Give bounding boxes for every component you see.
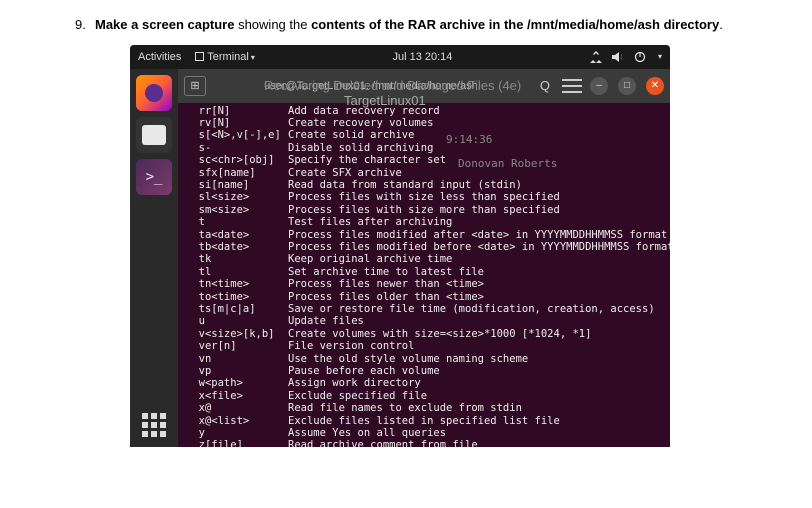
watermark-line1: Recovering Deleted and Damaged Files (4e…	[264, 78, 521, 93]
terminal-line: x<file>Exclude specified file	[186, 390, 662, 402]
terminal-line: z[file]Read archive comment from file	[186, 439, 662, 446]
terminal-line: ta<date>Process files modified after <da…	[186, 229, 662, 241]
terminal-window: ⊞ Recovering Deleted and Damaged Files (…	[178, 69, 670, 447]
terminal-line: v<size>[k,b]Create volumes with size=<si…	[186, 328, 662, 340]
terminal-line: sc<chr>[obj]Specify the character set	[186, 154, 662, 166]
new-tab-button[interactable]: ⊞	[184, 76, 206, 96]
terminal-line: x@Read file names to exclude from stdin	[186, 402, 662, 414]
terminal-line: ver[n]File version control	[186, 340, 662, 352]
terminal-line: s[<N>,v[-],e]Create solid archive	[186, 129, 662, 141]
terminal-line: tTest files after archiving	[186, 216, 662, 228]
terminal-dock-icon[interactable]: >_	[136, 159, 172, 195]
ubuntu-dock: >_	[130, 69, 178, 447]
instruction-text: 9. Make a screen capture showing the con…	[0, 0, 812, 45]
files-dock-icon[interactable]	[136, 117, 172, 153]
instruction-number: 9.	[75, 15, 86, 35]
ubuntu-desktop-screenshot: Activities Terminal▾ Jul 13 20:14 ▾ >_ ⊞	[130, 45, 670, 447]
terminal-line: w<path>Assign work directory	[186, 377, 662, 389]
terminal-line: si[name]Read data from standard input (s…	[186, 179, 662, 191]
show-apps-icon[interactable]	[142, 413, 166, 437]
minimize-button[interactable]: –	[590, 77, 608, 95]
network-icon	[590, 51, 602, 63]
terminal-line: ts[m|c|a]Save or restore file time (modi…	[186, 303, 662, 315]
terminal-line: tn<time>Process files newer than <time>	[186, 278, 662, 290]
hamburger-menu-icon[interactable]	[562, 79, 582, 93]
system-status-area[interactable]: ▾	[590, 51, 662, 63]
window-title: Recovering Deleted and Damaged Files (4e…	[214, 80, 528, 92]
app-menu[interactable]: Terminal▾	[195, 51, 254, 63]
terminal-line: to<time>Process files older than <time>	[186, 291, 662, 303]
terminal-line: vnUse the old style volume naming scheme	[186, 353, 662, 365]
terminal-line: sm<size>Process files with size more tha…	[186, 204, 662, 216]
watermark-time: 9:14:36	[446, 134, 492, 146]
volume-icon	[612, 51, 624, 63]
terminal-line: tlSet archive time to latest file	[186, 266, 662, 278]
terminal-line: yAssume Yes on all queries	[186, 427, 662, 439]
watermark-name: Donovan Roberts	[458, 158, 557, 170]
terminal-line: x@<list>Exclude files listed in specifie…	[186, 415, 662, 427]
terminal-line: tb<date>Process files modified before <d…	[186, 241, 662, 253]
terminal-output[interactable]: 9:14:36 Donovan Roberts rr[N]Add data re…	[178, 103, 670, 447]
firefox-dock-icon[interactable]	[136, 75, 172, 111]
close-button[interactable]: ✕	[646, 77, 664, 95]
terminal-line: sfx[name]Create SFX archive	[186, 167, 662, 179]
terminal-line: uUpdate files	[186, 315, 662, 327]
terminal-line: rv[N]Create recovery volumes	[186, 117, 662, 129]
chevron-down-icon: ▾	[658, 52, 662, 61]
terminal-line: vpPause before each volume	[186, 365, 662, 377]
terminal-titlebar: ⊞ Recovering Deleted and Damaged Files (…	[178, 69, 670, 103]
gnome-topbar: Activities Terminal▾ Jul 13 20:14 ▾	[130, 45, 670, 69]
terminal-line: tkKeep original archive time	[186, 253, 662, 265]
terminal-line: sl<size>Process files with size less tha…	[186, 191, 662, 203]
search-icon[interactable]: Q	[536, 78, 554, 93]
clock[interactable]: Jul 13 20:14	[255, 51, 590, 63]
terminal-topbar-icon	[195, 52, 204, 61]
terminal-line: rr[N]Add data recovery record	[186, 105, 662, 117]
activities-button[interactable]: Activities	[138, 51, 181, 63]
terminal-line: s-Disable solid archiving	[186, 142, 662, 154]
maximize-button[interactable]: □	[618, 77, 636, 95]
power-icon	[634, 51, 646, 63]
